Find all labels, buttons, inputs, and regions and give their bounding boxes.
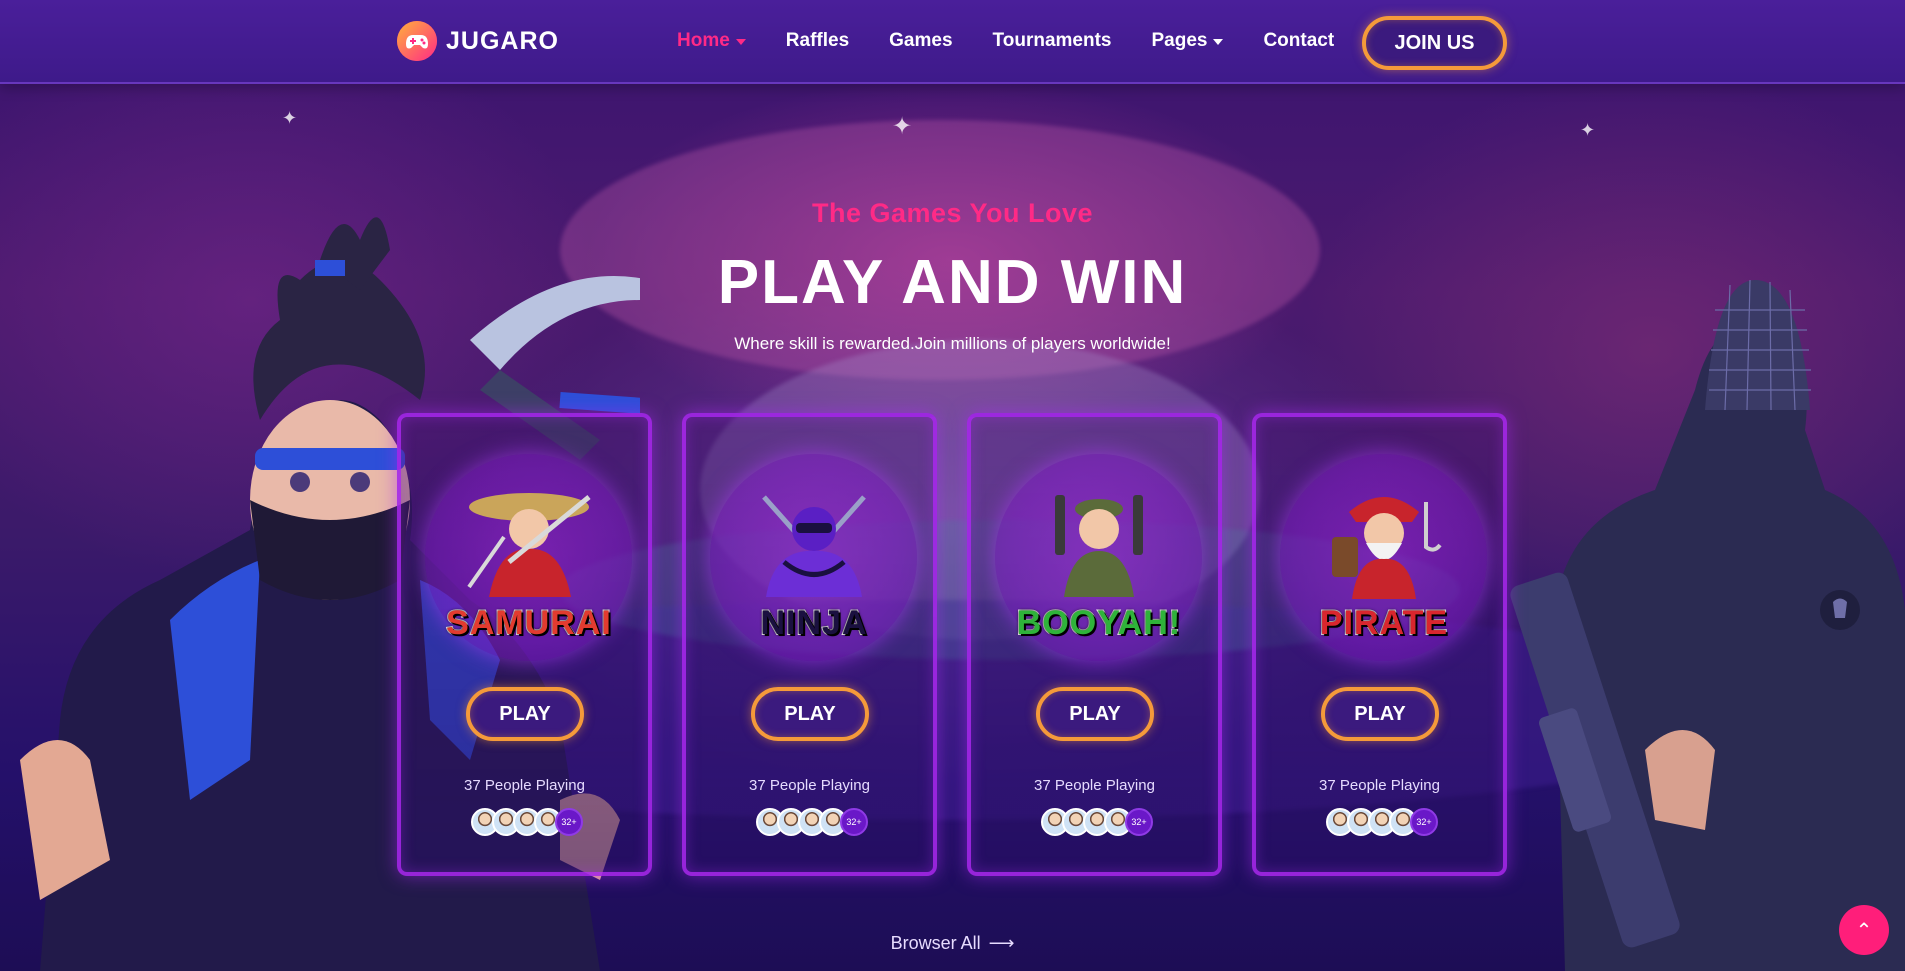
play-button[interactable]: PLAY (1036, 687, 1154, 741)
emblem-label: PIRATE (1319, 603, 1449, 643)
emblem-label: BOOYAH! (1016, 603, 1182, 643)
hero-title: PLAY AND WIN (717, 248, 1188, 317)
caret-down-icon (735, 39, 746, 45)
nav-item-raffles[interactable]: Raffles (786, 30, 849, 52)
game-card: NINJA PLAY 37 People Playing 32+ (682, 413, 937, 876)
ninja-emblem-icon: NINJA (724, 467, 904, 647)
nav-item-label: Games (889, 30, 953, 51)
player-avatars: 32+ (1326, 808, 1438, 836)
emblem-label: NINJA (759, 603, 868, 643)
play-button[interactable]: PLAY (466, 687, 584, 741)
play-button[interactable]: PLAY (1321, 687, 1439, 741)
player-avatars: 32+ (471, 808, 583, 836)
nav-item-label: Home (677, 30, 730, 51)
game-card: BOOYAH! PLAY 37 People Playing 32+ (967, 413, 1222, 876)
nav-item-pages[interactable]: Pages (1151, 30, 1224, 52)
brand-logo-link[interactable]: JUGARO (396, 20, 559, 62)
game-card: SAMURAI PLAY 37 People Playing 32+ (397, 413, 652, 876)
nav-item-label: Pages (1151, 30, 1208, 51)
game-card: PIRATE PLAY 37 People Playing 32+ (1252, 413, 1507, 876)
players-count: 37 People Playing (464, 777, 585, 794)
nav-item-label: Raffles (785, 30, 850, 51)
players-count: 37 People Playing (749, 777, 870, 794)
hero-heading: The Games You Love PLAY AND WIN Where sk… (0, 198, 1905, 354)
gamepad-icon (397, 21, 437, 61)
join-us-button[interactable]: JOIN US (1362, 16, 1507, 70)
more-players-badge: 32+ (555, 808, 583, 836)
nav-item-home[interactable]: Home (677, 30, 746, 52)
browse-all-label: Browser All (890, 933, 981, 953)
players-count: 37 People Playing (1034, 777, 1155, 794)
game-cards: SAMURAI PLAY 37 People Playing 32+ NINJA… (397, 413, 1507, 876)
nav-item-tournaments[interactable]: Tournaments (993, 30, 1112, 52)
browse-all-link[interactable]: Browser All ⟶ (0, 933, 1905, 954)
emblem-label: SAMURAI (445, 603, 612, 643)
more-players-badge: 32+ (1125, 808, 1153, 836)
players-count: 37 People Playing (1319, 777, 1440, 794)
caret-down-icon (1213, 39, 1224, 45)
nav-item-contact[interactable]: Contact (1263, 30, 1334, 52)
chevron-up-icon: ⌃ (1855, 918, 1873, 942)
samurai-emblem-icon: SAMURAI (439, 467, 619, 647)
nav-item-games[interactable]: Games (889, 30, 952, 52)
pirate-emblem-icon: PIRATE (1294, 467, 1474, 647)
back-to-top-button[interactable]: ⌃ (1839, 905, 1889, 955)
booyah-emblem-icon: BOOYAH! (1009, 467, 1189, 647)
play-button[interactable]: PLAY (751, 687, 869, 741)
nav-item-label: Tournaments (992, 30, 1112, 51)
hero-eyebrow: The Games You Love (811, 198, 1094, 228)
more-players-badge: 32+ (840, 808, 868, 836)
more-players-badge: 32+ (1410, 808, 1438, 836)
main-nav: Home Raffles Games Tournaments Pages Con… (677, 30, 1374, 52)
arrow-right-icon: ⟶ (988, 933, 1015, 953)
player-avatars: 32+ (1041, 808, 1153, 836)
player-avatars: 32+ (756, 808, 868, 836)
nav-item-label: Contact (1263, 30, 1335, 51)
hero-subtitle: Where skill is rewarded.Join millions of… (734, 334, 1171, 353)
brand-name: JUGARO (446, 26, 559, 55)
top-navbar: JUGARO Home Raffles Games Tournaments Pa… (0, 0, 1905, 84)
